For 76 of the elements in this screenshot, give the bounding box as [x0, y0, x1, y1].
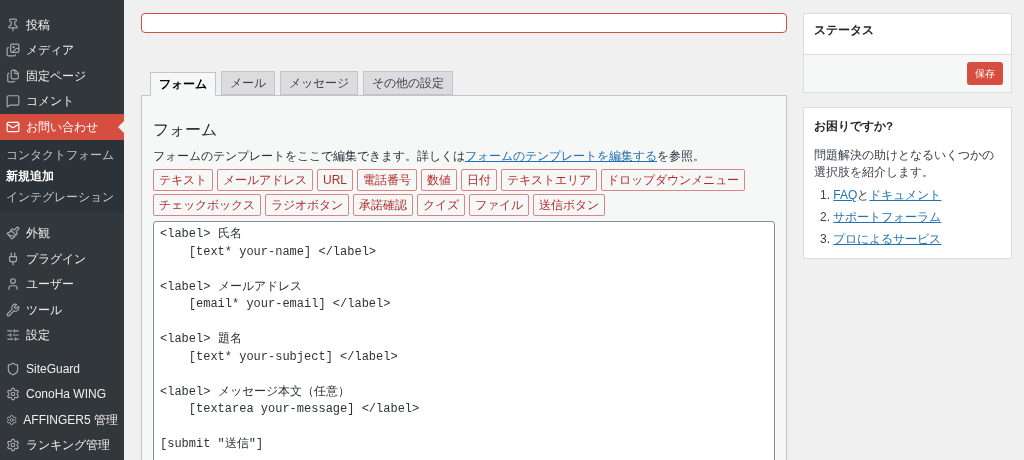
- tag-generator-button[interactable]: URL: [317, 169, 353, 191]
- sidebar-item[interactable]: 投稿: [0, 12, 124, 38]
- section-heading: フォーム: [153, 120, 218, 140]
- tag-generator-button[interactable]: クイズ: [417, 194, 465, 216]
- sidebar-item[interactable]: AFFINGER5 管理: [0, 407, 124, 433]
- title-field[interactable]: [141, 13, 787, 33]
- sidebar-item[interactable]: ツール: [0, 297, 124, 323]
- code-line: [text* your-subject] </label>: [187, 348, 398, 366]
- wrench-icon: [6, 302, 20, 317]
- tag-generator-button[interactable]: 数値: [421, 169, 457, 191]
- speech-bubble-icon: [6, 94, 20, 109]
- gear-icon: [6, 438, 20, 453]
- box-title: ステータス: [813, 23, 875, 38]
- sidebar-item[interactable]: ConoHa WING: [0, 381, 124, 407]
- sidebar-item[interactable]: 固定ページ: [0, 63, 124, 89]
- tag-generator-button[interactable]: 電話番号: [357, 169, 417, 191]
- code-line: <label> メールアドレス: [160, 278, 302, 296]
- gear-icon: [6, 387, 20, 402]
- code-line: [text* your-name] </label>: [187, 243, 377, 261]
- code-line: <label> メッセージ本文（任意）: [160, 383, 350, 401]
- sidebar-item[interactable]: ランキング管理: [0, 432, 124, 458]
- sidebar-item[interactable]: お問い合わせ: [0, 114, 124, 140]
- person-icon: [6, 277, 20, 292]
- save-button[interactable]: 保存: [967, 62, 1003, 85]
- tag-generator-button[interactable]: テキスト: [153, 169, 213, 191]
- sidebar-item[interactable]: 外観: [0, 220, 124, 246]
- envelope-icon: [6, 119, 20, 134]
- box-title: お困りですか?: [814, 119, 895, 135]
- brush-icon: [6, 226, 20, 241]
- tab[interactable]: その他の設定: [363, 71, 453, 95]
- tag-generator-button[interactable]: 日付: [461, 169, 497, 191]
- current-pointer-icon: [118, 121, 124, 133]
- list-text: 3.: [820, 231, 831, 249]
- tag-generator-button[interactable]: メールアドレス: [217, 169, 313, 191]
- help-link[interactable]: FAQ: [833, 187, 858, 205]
- help-description: 問題解決の助けとなるいくつかの選択肢を紹介します。: [814, 147, 995, 182]
- code-line: <label> 氏名: [160, 226, 242, 243]
- code-line: [submit "送信"]: [160, 436, 264, 453]
- list-text: 1.: [820, 187, 831, 205]
- sidebar-item[interactable]: 設定: [0, 322, 124, 348]
- sidebar-item[interactable]: メディア: [0, 37, 124, 63]
- tab[interactable]: メッセージ: [280, 71, 358, 95]
- tag-generator-button[interactable]: テキストエリア: [501, 169, 597, 191]
- plug-icon: [6, 251, 20, 266]
- template-link[interactable]: フォームのテンプレートを編集する: [465, 149, 657, 163]
- submenu-item[interactable]: コンタクトフォーム: [0, 144, 124, 166]
- template-editor[interactable]: <label> 氏名 [text* your-name] </label> <label> メールアドレス [email* your-email] </label> <label> 題名 [text* your-subject] </label> <label> メッセージ本文（任意） [textarea your-message] </label> [submit "送信"]: [153, 221, 775, 460]
- sidebar-item[interactable]: SiteGuard: [0, 356, 124, 382]
- tag-generator-button[interactable]: ファイル: [469, 194, 529, 216]
- gear-icon: [6, 412, 18, 427]
- sidebar-item[interactable]: コメント: [0, 88, 124, 114]
- list-text: と: [857, 187, 870, 205]
- description-text: フォームのテンプレートをここで編集できます。詳しくはフォームのテンプレートを編集するを参照。: [153, 148, 706, 165]
- tag-generator-button[interactable]: ドロップダウンメニュー: [601, 169, 745, 191]
- submenu-item[interactable]: インテグレーション: [0, 186, 124, 208]
- shield-icon: [6, 361, 20, 376]
- pages-icon: [6, 68, 20, 83]
- sliders-icon: [6, 328, 20, 343]
- tag-generator-button[interactable]: 承諾確認: [353, 194, 413, 216]
- help-link[interactable]: プロによるサービス: [833, 231, 942, 249]
- code-line: <label> 題名: [160, 331, 242, 348]
- tab[interactable]: メール: [221, 71, 275, 95]
- code-line: [textarea your-message] </label>: [187, 401, 420, 418]
- sidebar-item[interactable]: ユーザー: [0, 271, 124, 297]
- help-link[interactable]: ドキュメント: [869, 187, 942, 205]
- pin-icon: [6, 17, 20, 32]
- tab[interactable]: フォーム: [150, 72, 216, 96]
- tag-generator-button[interactable]: チェックボックス: [153, 194, 261, 216]
- sidebar-item[interactable]: プラグイン: [0, 246, 124, 272]
- media-icon: [6, 43, 20, 58]
- help-link[interactable]: サポートフォーラム: [833, 209, 942, 227]
- submenu-item[interactable]: 新規追加: [0, 165, 124, 187]
- tag-generator-button[interactable]: 送信ボタン: [533, 194, 605, 216]
- tag-generator-button[interactable]: ラジオボタン: [265, 194, 349, 216]
- code-line: [email* your-email] </label>: [187, 296, 391, 313]
- list-text: 2.: [820, 209, 831, 227]
